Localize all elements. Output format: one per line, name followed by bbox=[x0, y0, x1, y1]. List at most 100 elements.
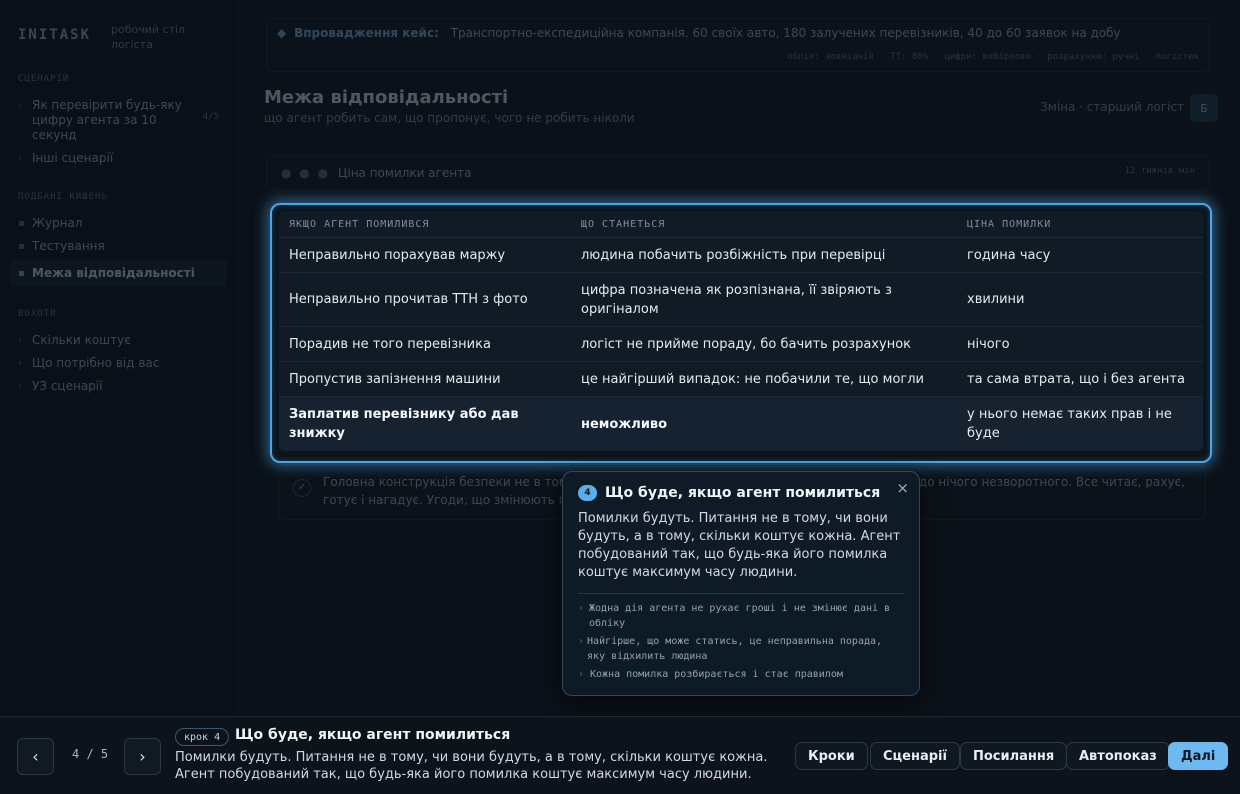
bullet-icon: › bbox=[18, 100, 22, 111]
chain-label: Ціна помилки агента bbox=[338, 166, 472, 180]
sidebar-item-other-scenarios[interactable]: › Інші сценарії bbox=[0, 147, 237, 170]
popover-bullet-text: Найгірше, що може статись, це неправильн… bbox=[587, 636, 883, 662]
steps-button[interactable]: Кроки bbox=[795, 742, 868, 770]
table-cell: хвилини bbox=[967, 292, 1025, 307]
bullet-icon: › bbox=[578, 669, 585, 680]
sidebar-item-label: Як перевірити будь-яку цифру агента за 1… bbox=[32, 98, 182, 142]
page-subtitle: що агент робить сам, що пропонує, чого н… bbox=[264, 111, 635, 125]
context-tags: облік: зовнішній · ТТ: 80% · цифри: вибі… bbox=[787, 52, 1199, 62]
error-cost-table: Якщо агент помилився Що станеться Ціна п… bbox=[279, 211, 1203, 451]
column-header: Якщо агент помилився bbox=[289, 218, 430, 230]
bullet-icon: ▪ bbox=[18, 241, 25, 252]
bullet-icon: ▪ bbox=[18, 268, 25, 279]
step-badge: 4 bbox=[578, 485, 597, 501]
bullet-icon: › bbox=[578, 603, 585, 614]
brand: INITASK робочий стіл логіста bbox=[0, 22, 237, 52]
chain-meta: 12 тижнів мін bbox=[1124, 166, 1195, 176]
sidebar-item-verify[interactable]: › Як перевірити будь-яку цифру агента за… bbox=[0, 94, 237, 147]
popover-bullet-text: Кожна помилка розбирається і стає правил… bbox=[590, 669, 843, 680]
table-cell: Заплатив перевізнику або дав знижку bbox=[289, 407, 519, 441]
table-cell: логіст не прийме пораду, бо бачить розра… bbox=[581, 336, 912, 352]
table-cell: людина побачить розбіжність при перевірц… bbox=[581, 247, 886, 263]
sidebar-item-needs[interactable]: › Що потрібно від вас bbox=[0, 352, 237, 375]
page-title: Межа відповідальності bbox=[264, 87, 509, 108]
brand-logo: INITASK bbox=[18, 27, 92, 43]
chain-left: ● ● ● Ціна помилки агента bbox=[281, 166, 472, 180]
table-cell: Порадив не того перевізника bbox=[289, 336, 491, 352]
sidebar-section-scenario: Сценарій bbox=[18, 74, 70, 84]
bullet-icon: › bbox=[18, 358, 22, 369]
table-row: Неправильно прочитав ТТН з фото цифра по… bbox=[279, 273, 1203, 327]
popover-bullet: › Жодна дія агента не рухає гроші і не зм… bbox=[578, 601, 904, 631]
bullet-icon: › bbox=[18, 381, 22, 392]
table-row: Пропустив запізнення машини це найгірший… bbox=[279, 362, 1203, 397]
table-cell: та сама втрата, що і без агента bbox=[967, 371, 1185, 387]
check-icon: ✓ bbox=[293, 479, 311, 497]
context-line: ◆ Впровадження кейс: Транспортно-експеди… bbox=[277, 26, 1199, 40]
context-bar: ◆ Впровадження кейс: Транспортно-експеди… bbox=[266, 18, 1210, 72]
sidebar-item-label: Скільки коштує bbox=[32, 333, 131, 347]
scenarios-button[interactable]: Сценарії bbox=[870, 742, 960, 770]
popover-bullet: › Найгірше, що може статись, це неправиль… bbox=[578, 634, 904, 664]
prev-button[interactable]: ‹ bbox=[17, 738, 54, 775]
autoplay-button[interactable]: Автопоказ bbox=[1066, 742, 1170, 770]
table-row: Неправильно порахував маржу людина побач… bbox=[279, 238, 1203, 273]
column-header: Ціна помилки bbox=[967, 218, 1052, 230]
tour-description: Помилки будуть. Питання не в тому, чи во… bbox=[175, 750, 768, 782]
table-row: Порадив не того перевізника логіст не пр… bbox=[279, 327, 1203, 362]
column-header: Що станеться bbox=[581, 218, 666, 230]
dots-icon: ● ● ● bbox=[281, 166, 331, 180]
info-icon: ◆ bbox=[277, 26, 287, 40]
sidebar-item-testing[interactable]: ▪ Тестування bbox=[0, 235, 237, 258]
sidebar-item-label: УЗ сценарії bbox=[32, 379, 103, 393]
avatar[interactable]: Б bbox=[1190, 94, 1218, 122]
close-icon[interactable]: × bbox=[896, 479, 909, 497]
bullet-icon: › bbox=[578, 636, 585, 647]
brand-subtitle: робочий стіл логіста bbox=[111, 23, 186, 51]
highlighted-table: Якщо агент помилився Що станеться Ціна п… bbox=[270, 203, 1212, 463]
links-button[interactable]: Посилання bbox=[960, 742, 1068, 770]
table-row-forbidden: Заплатив перевізнику або дав знижку немо… bbox=[279, 397, 1203, 451]
table-cell: Неправильно порахував маржу bbox=[289, 247, 506, 263]
sidebar-item-responsibility[interactable]: ▪ Межа відповідальності bbox=[10, 260, 227, 287]
tour-bar: ‹ 4 / 5 › крок 4 Що буде, якщо агент пом… bbox=[0, 716, 1240, 794]
context-label: Впровадження кейс: bbox=[294, 26, 439, 40]
tour-popover: × 4 Що буде, якщо агент помилиться Помил… bbox=[562, 471, 920, 696]
sidebar-item-label: Тестування bbox=[32, 239, 105, 253]
bullet-icon: › bbox=[18, 153, 22, 164]
sidebar-section-exits: Вохоти bbox=[18, 309, 57, 319]
sidebar-item-all-scenarios[interactable]: › УЗ сценарії bbox=[0, 375, 237, 398]
sidebar-item-label: Інші сценарії bbox=[32, 151, 114, 165]
sidebar: INITASK робочий стіл логіста Сценарій › … bbox=[0, 0, 238, 716]
popover-divider bbox=[578, 593, 904, 594]
popover-title: Що буде, якщо агент помилиться bbox=[605, 485, 881, 501]
sidebar-section-pockets: Подбані кишень bbox=[18, 192, 108, 202]
sidebar-item-count: 4/5 bbox=[202, 112, 219, 122]
next-arrow-button[interactable]: › bbox=[124, 738, 161, 775]
step-counter: 4 / 5 bbox=[72, 747, 109, 761]
table-cell: у нього немає таких прав і не буде bbox=[967, 407, 1172, 441]
popover-bullet: › Кожна помилка розбирається і стає прави… bbox=[578, 667, 904, 682]
table-cell: нічого bbox=[967, 336, 1010, 352]
step-badge: крок 4 bbox=[175, 728, 230, 746]
sidebar-item-label: Межа відповідальності bbox=[32, 266, 195, 280]
bullet-icon: › bbox=[18, 335, 22, 346]
table-cell: цифра позначена як розпізнана, її звіряю… bbox=[581, 282, 892, 317]
sidebar-item-label: Що потрібно від вас bbox=[32, 356, 160, 370]
role-label: Зміна · старший логіст bbox=[1040, 100, 1184, 114]
table-cell: Пропустив запізнення машини bbox=[289, 371, 501, 387]
sidebar-item-journal[interactable]: ▪ Журнал bbox=[0, 212, 237, 235]
table-cell: година часу bbox=[967, 247, 1051, 263]
tour-title: Що буде, якщо агент помилиться bbox=[235, 727, 511, 743]
chain-header: ● ● ● Ціна помилки агента 12 тижнів мін bbox=[266, 155, 1210, 191]
sidebar-item-cost[interactable]: › Скільки коштує bbox=[0, 329, 237, 352]
context-text: Транспортно-експедиційна компанія. 60 св… bbox=[450, 26, 1121, 40]
popover-header: 4 Що буде, якщо агент помилиться bbox=[578, 485, 904, 501]
table-header: Якщо агент помилився Що станеться Ціна п… bbox=[279, 211, 1203, 238]
table-cell: Неправильно прочитав ТТН з фото bbox=[289, 292, 528, 307]
bullet-icon: ▪ bbox=[18, 218, 25, 229]
table-cell: неможливо bbox=[581, 416, 668, 432]
sidebar-item-label: Журнал bbox=[32, 216, 83, 230]
table-cell: це найгірший випадок: не побачили те, що… bbox=[581, 371, 924, 387]
next-button[interactable]: Далі bbox=[1168, 742, 1229, 770]
